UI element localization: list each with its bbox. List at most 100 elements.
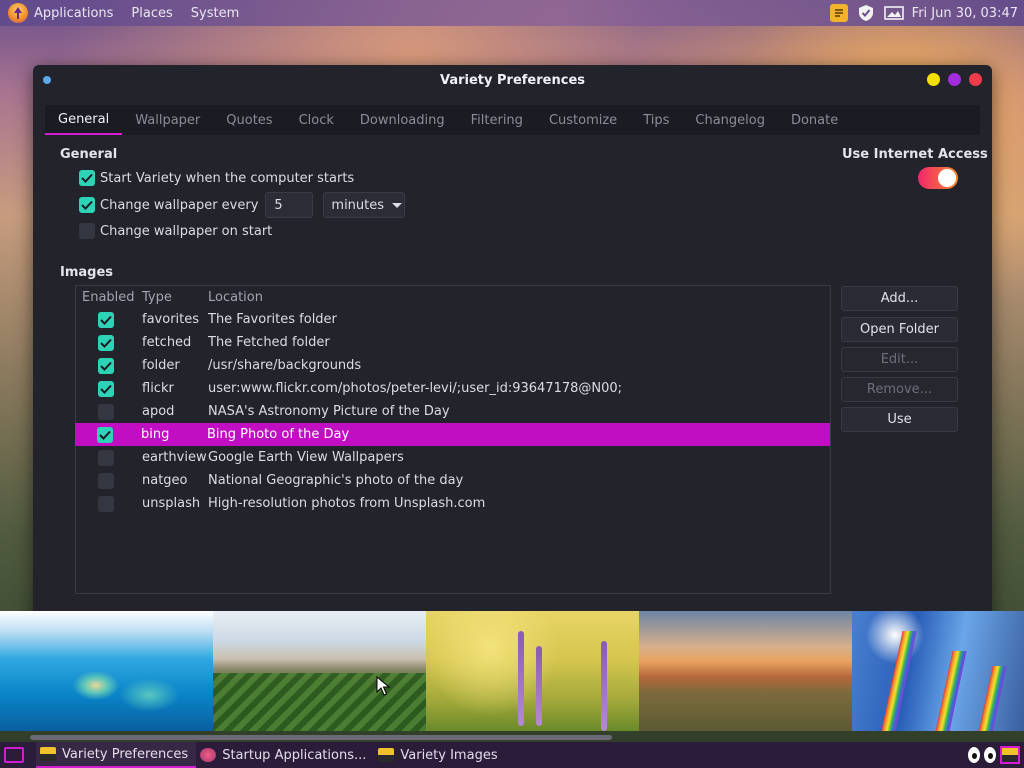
interval-input[interactable] <box>265 192 314 218</box>
location-cell: The Fetched folder <box>208 335 330 350</box>
maximize-button[interactable] <box>948 73 961 86</box>
close-button[interactable] <box>969 73 982 86</box>
table-row[interactable]: favorites The Favorites folder <box>76 308 830 331</box>
change-every-checkbox[interactable] <box>79 197 95 213</box>
preferences-window: Variety Preferences General Wallpaper Qu… <box>33 65 992 625</box>
start-on-boot-checkbox[interactable] <box>79 170 95 186</box>
tab-clock[interactable]: Clock <box>286 105 347 135</box>
mouse-cursor-icon <box>376 676 390 696</box>
row-enabled-checkbox[interactable] <box>97 426 113 443</box>
sticky-notes-icon[interactable] <box>829 4 848 22</box>
task-label: Variety Images <box>400 747 498 763</box>
panel-clock[interactable]: Fri Jun 30, 03:47 <box>912 6 1018 21</box>
tab-quotes[interactable]: Quotes <box>213 105 285 135</box>
tab-general[interactable]: General <box>45 105 123 135</box>
type-cell: natgeo <box>142 473 188 488</box>
type-cell: flickr <box>142 381 174 396</box>
tab-downloading[interactable]: Downloading <box>347 105 458 135</box>
image-sources-list[interactable]: Enabled Type Location favorites The Favor… <box>75 285 831 594</box>
location-cell: The Favorites folder <box>208 312 337 327</box>
task-label: Startup Applications... <box>222 747 367 763</box>
tab-wallpaper[interactable]: Wallpaper <box>122 105 213 135</box>
table-row[interactable]: fetched The Fetched folder <box>76 331 830 354</box>
enabled-cell <box>76 334 142 351</box>
row-enabled-checkbox[interactable] <box>98 403 114 420</box>
menu-applications[interactable]: Applications <box>34 6 113 21</box>
menu-places[interactable]: Places <box>131 6 172 21</box>
window-menu-dot[interactable] <box>43 76 51 84</box>
eyes-applet-icon <box>968 747 980 763</box>
type-cell: unsplash <box>142 496 201 511</box>
applications-menu-icon[interactable] <box>8 3 28 23</box>
enabled-cell <box>76 357 142 374</box>
type-cell: apod <box>142 404 175 419</box>
tab-donate[interactable]: Donate <box>778 105 851 135</box>
row-enabled-checkbox[interactable] <box>98 357 114 374</box>
table-row[interactable]: earthview Google Earth View Wallpapers <box>76 446 830 469</box>
task-startup-applications[interactable]: Startup Applications... <box>196 742 374 768</box>
task-variety-preferences[interactable]: Variety Preferences <box>36 742 197 768</box>
table-row[interactable]: bing Bing Photo of the Day <box>75 423 830 446</box>
startup-apps-icon <box>200 748 217 762</box>
column-type[interactable]: Type <box>142 290 208 305</box>
row-enabled-checkbox[interactable] <box>98 449 114 466</box>
thumbnail-ocean-island[interactable] <box>0 611 213 731</box>
table-row[interactable]: folder/usr/share/backgrounds <box>76 354 830 377</box>
row-enabled-checkbox[interactable] <box>98 334 114 351</box>
table-row[interactable]: natgeo National Geographic's photo of the… <box>76 469 830 492</box>
list-header: Enabled Type Location <box>76 286 830 308</box>
location-cell: user:www.flickr.com/photos/peter-levi/;u… <box>208 381 623 396</box>
start-on-boot-row[interactable]: Start Variety when the computer starts <box>79 170 354 186</box>
eyes-applet-icon <box>984 747 996 763</box>
table-row[interactable]: flickr user:www.flickr.com/photos/peter-l… <box>76 377 830 400</box>
tab-tips[interactable]: Tips <box>630 105 682 135</box>
tab-customize[interactable]: Customize <box>536 105 630 135</box>
table-row[interactable]: unsplash High-resolution photos from Unsp… <box>76 492 830 515</box>
location-cell: National Geographic's photo of the day <box>208 473 464 488</box>
menu-system[interactable]: System <box>191 6 239 21</box>
tab-filtering[interactable]: Filtering <box>458 105 536 135</box>
change-on-start-row[interactable]: Change wallpaper on start <box>79 223 272 239</box>
display-icon[interactable] <box>883 4 904 22</box>
row-enabled-checkbox[interactable] <box>98 472 114 489</box>
change-every-label: Change wallpaper every <box>100 197 259 213</box>
thumbnail-strip <box>0 611 1024 731</box>
enabled-cell <box>76 472 142 489</box>
thumbnail-wildflowers[interactable] <box>426 611 639 731</box>
add-button[interactable]: Add... <box>841 286 958 311</box>
internet-access-toggle[interactable] <box>918 167 958 189</box>
thumbnail-chateau-garden[interactable] <box>213 611 426 731</box>
interval-unit-value: minutes <box>331 197 385 213</box>
type-cell: fetched <box>142 335 192 350</box>
location-cell: High-resolution photos from Unsplash.com <box>208 496 486 511</box>
tab-bar: General Wallpaper Quotes Clock Downloadi… <box>45 105 980 135</box>
enabled-cell <box>75 426 141 443</box>
thumbnail-desert-sunset[interactable] <box>639 611 852 731</box>
interval-unit-dropdown[interactable]: minutes <box>323 192 406 218</box>
minimize-button[interactable] <box>927 73 940 86</box>
remove-button[interactable]: Remove... <box>841 377 958 402</box>
change-on-start-checkbox[interactable] <box>79 223 95 239</box>
shield-icon[interactable] <box>856 4 876 22</box>
open-folder-button[interactable]: Open Folder <box>841 317 958 342</box>
row-enabled-checkbox[interactable] <box>98 380 114 397</box>
column-enabled[interactable]: Enabled <box>76 290 142 305</box>
table-row[interactable]: apod NASA's Astronomy Picture of the Day <box>76 400 830 423</box>
edit-button[interactable]: Edit... <box>841 347 958 372</box>
internet-access-label: Use Internet Access <box>842 147 988 162</box>
type-cell: bing <box>141 427 170 442</box>
tab-changelog[interactable]: Changelog <box>682 105 778 135</box>
thumbnail-scrollbar[interactable] <box>30 735 612 740</box>
images-heading: Images <box>60 265 114 280</box>
window-titlebar[interactable]: Variety Preferences <box>33 65 992 95</box>
show-desktop-button[interactable] <box>4 747 24 763</box>
column-location[interactable]: Location <box>208 290 830 305</box>
task-variety-images[interactable]: Variety Images <box>374 742 505 768</box>
type-cell: earthview <box>142 450 207 465</box>
row-enabled-checkbox[interactable] <box>98 495 114 512</box>
variety-tray-icon[interactable] <box>1000 746 1020 764</box>
thumbnail-festival-flags[interactable] <box>852 611 1024 731</box>
variety-icon <box>40 747 56 761</box>
use-button[interactable]: Use <box>841 407 958 432</box>
row-enabled-checkbox[interactable] <box>98 311 114 328</box>
